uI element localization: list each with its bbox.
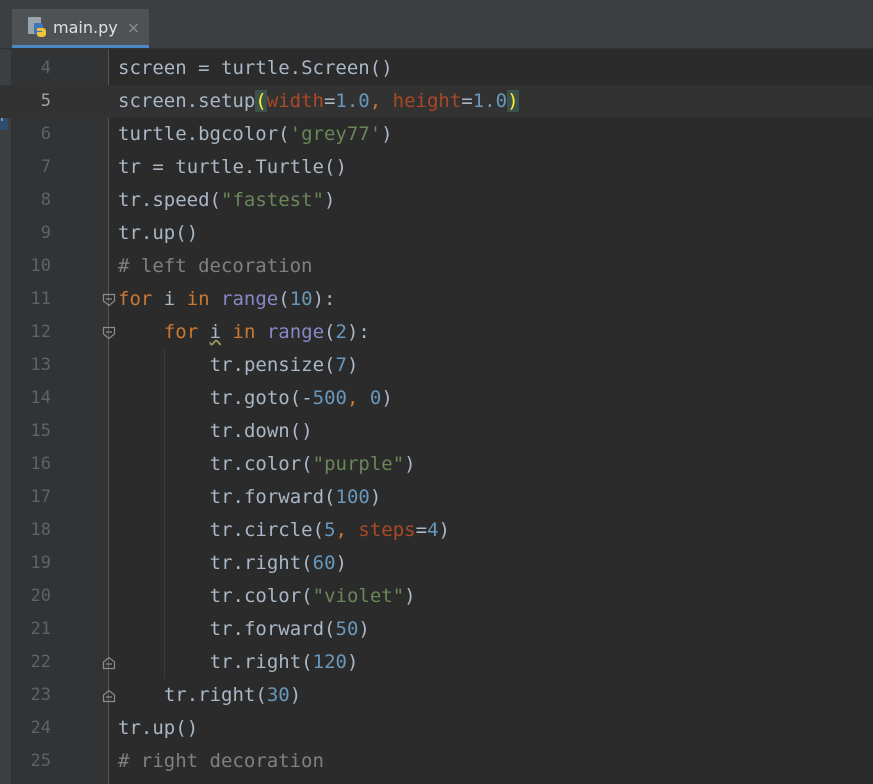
fold-end-icon[interactable]: [102, 656, 116, 670]
code-text: tr.forward(100): [209, 486, 382, 508]
line-number: 7: [40, 157, 51, 177]
code-text: tr.up(): [118, 222, 199, 244]
code-text: tr.goto(-500, 0): [209, 387, 393, 409]
code-text: tr.speed("fastest"): [118, 189, 336, 211]
line-number: 14: [30, 388, 51, 408]
code-text: tr = turtle.Turtle(): [118, 156, 347, 178]
code-text: # left decoration: [118, 255, 313, 277]
fold-open-icon[interactable]: [102, 293, 116, 307]
line-number: 23: [30, 685, 51, 705]
line-number: 6: [40, 124, 51, 144]
editor-tab-bar: main.py ×: [0, 9, 873, 49]
close-icon[interactable]: ×: [127, 18, 140, 37]
line-number: 10: [30, 256, 51, 276]
code-text: screen.setup(width=1.0, height=1.0): [118, 90, 519, 112]
line-number: 17: [30, 487, 51, 507]
line-number: 19: [30, 553, 51, 573]
line-number: 25: [30, 751, 51, 771]
code-line[interactable]: 15 tr.down(): [0, 415, 873, 448]
fold-end-icon[interactable]: [102, 689, 116, 703]
line-number: 18: [30, 520, 51, 540]
fold-open-icon[interactable]: [102, 326, 116, 340]
code-line[interactable]: 10 # left decoration: [0, 250, 873, 283]
code-text: tr.down(): [209, 420, 313, 442]
line-number: 4: [40, 58, 51, 78]
line-number: 12: [30, 322, 51, 342]
code-line[interactable]: 23 tr.right(30): [0, 679, 873, 712]
code-line[interactable]: 21 tr.forward(50): [0, 613, 873, 646]
code-text: tr.right(120): [209, 651, 359, 673]
code-line[interactable]: 20 tr.color("violet"): [0, 580, 873, 613]
code-line[interactable]: 24 tr.up(): [0, 712, 873, 745]
code-text: tr.circle(5, steps=4): [209, 519, 450, 541]
code-text: turtle.bgcolor('grey77'): [118, 123, 393, 145]
line-number: 24: [30, 718, 51, 738]
code-line[interactable]: 25 # right decoration: [0, 745, 873, 778]
line-number: 21: [30, 619, 51, 639]
line-number: 20: [30, 586, 51, 606]
line-number: 5: [40, 91, 51, 111]
line-number: 9: [40, 223, 51, 243]
code-text: # right decoration: [118, 750, 324, 772]
code-text: tr.right(30): [163, 684, 302, 706]
code-line[interactable]: 5 screen.setup(width=1.0, height=1.0): [0, 85, 873, 118]
line-number: 15: [30, 421, 51, 441]
code-line[interactable]: 4 screen = turtle.Screen(): [0, 52, 873, 85]
tab-main-py[interactable]: main.py ×: [12, 9, 149, 48]
code-line[interactable]: 16 tr.color("purple"): [0, 448, 873, 481]
code-text: tr.pensize(7): [209, 354, 359, 376]
code-text: tr.right(60): [209, 552, 347, 574]
tab-filename: main.py: [53, 17, 118, 37]
code-line[interactable]: 22 tr.right(120): [0, 646, 873, 679]
code-line[interactable]: 9 tr.up(): [0, 217, 873, 250]
line-number: 13: [30, 355, 51, 375]
line-number: 16: [30, 454, 51, 474]
code-line[interactable]: 11 for i in range(10):: [0, 283, 873, 316]
code-text: for i in range(10):: [118, 288, 336, 310]
line-number: 22: [30, 652, 51, 672]
code-text: tr.up(): [118, 717, 199, 739]
python-file-icon: [26, 16, 48, 38]
code-text: for i in range(2):: [163, 321, 370, 343]
line-number: 11: [30, 289, 51, 309]
code-line[interactable]: 12 for i in range(2):: [0, 316, 873, 349]
code-text: tr.color("violet"): [209, 585, 416, 607]
code-line[interactable]: 7 tr = turtle.Turtle(): [0, 151, 873, 184]
line-number: 8: [40, 190, 51, 210]
code-line[interactable]: 6 turtle.bgcolor('grey77'): [0, 118, 873, 151]
code-text: screen = turtle.Screen(): [118, 57, 393, 79]
code-line[interactable]: 19 tr.right(60): [0, 547, 873, 580]
code-text: tr.color("purple"): [209, 453, 416, 475]
code-line[interactable]: 17 tr.forward(100): [0, 481, 873, 514]
code-line[interactable]: 14 tr.goto(-500, 0): [0, 382, 873, 415]
indent-guide: [164, 349, 165, 679]
code-line[interactable]: 18 tr.circle(5, steps=4): [0, 514, 873, 547]
code-line[interactable]: 13 tr.pensize(7): [0, 349, 873, 382]
code-text: tr.forward(50): [209, 618, 370, 640]
code-line[interactable]: 8 tr.speed("fastest"): [0, 184, 873, 217]
